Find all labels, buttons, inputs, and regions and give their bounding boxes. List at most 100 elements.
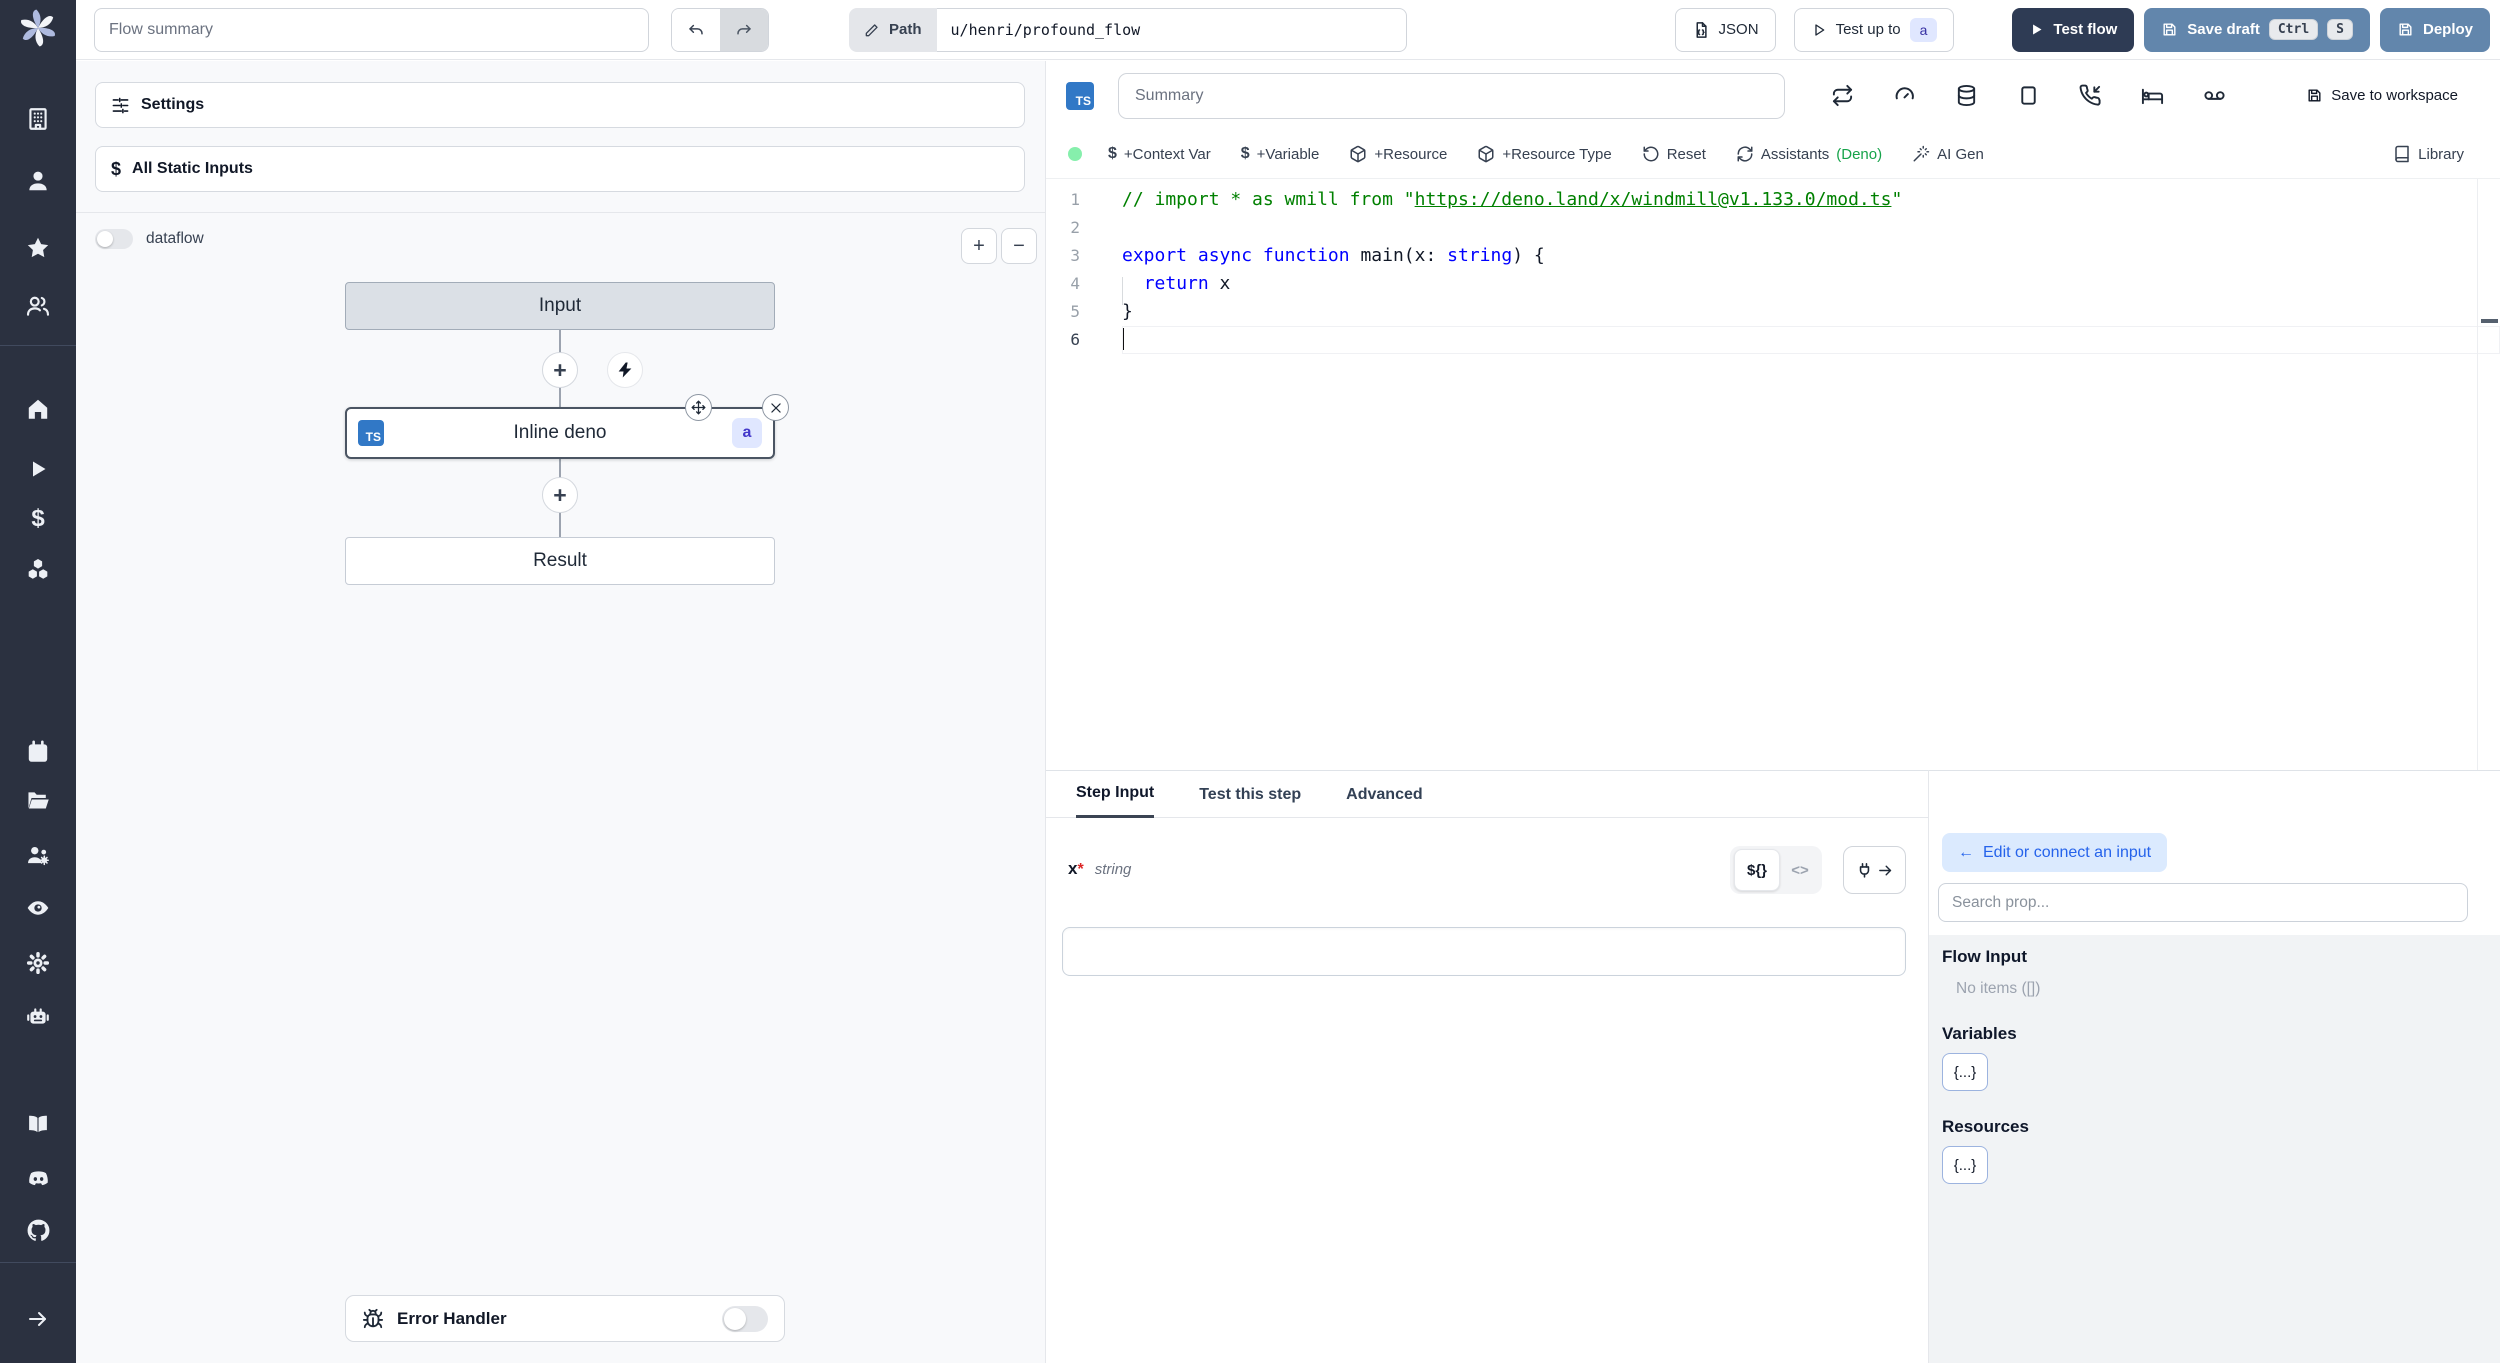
step-id-badge: a	[732, 418, 762, 448]
flow-input-section-title: Flow Input	[1942, 947, 2027, 966]
variables-dollar-icon[interactable]: $	[0, 505, 76, 533]
expand-sidebar-arrow-icon[interactable]	[0, 1305, 76, 1333]
code-mode-button[interactable]: <>	[1782, 850, 1818, 890]
bed-icon[interactable]	[2141, 84, 2164, 107]
user-icon[interactable]	[0, 167, 76, 195]
tab-advanced[interactable]: Advanced	[1346, 771, 1422, 818]
gauge-icon[interactable]	[1893, 84, 1916, 107]
resources-boxes-icon[interactable]	[0, 555, 76, 583]
settings-gear-icon[interactable]	[0, 949, 76, 977]
workspace-building-icon[interactable]	[0, 105, 76, 133]
flow-settings-button[interactable]: Settings	[95, 82, 1025, 128]
connect-input-button[interactable]	[1843, 846, 1906, 894]
code-line[interactable]: // import * as wmill from "https://deno.…	[1122, 186, 2500, 214]
edit-or-connect-button[interactable]: ← Edit or connect an input	[1942, 833, 2168, 872]
line-number: 6	[1070, 330, 1080, 349]
schedules-calendar-icon[interactable]	[0, 738, 76, 766]
folders-icon[interactable]	[0, 786, 76, 814]
flow-node-input[interactable]: Input	[345, 282, 775, 330]
zoom-out-button[interactable]: −	[1001, 228, 1037, 264]
library-button[interactable]: Library	[2393, 145, 2464, 163]
test-up-to-button[interactable]: Test up to a	[1793, 7, 1955, 52]
save-draft-button[interactable]: Save draft Ctrl S	[2144, 7, 2370, 52]
code-line[interactable]	[1122, 326, 2500, 354]
path-group: Path	[849, 7, 1407, 52]
language-server-status-dot	[1068, 147, 1082, 161]
flow-node-inline-deno[interactable]: TS Inline deno a	[345, 407, 775, 459]
expr-mode-button[interactable]: ${}	[1734, 849, 1780, 891]
runs-play-icon[interactable]	[0, 455, 76, 483]
step-editor-panel: TS Summary Save to workspace $ +Context …	[1046, 61, 2500, 1363]
favorites-star-icon[interactable]	[0, 234, 76, 262]
docs-book-icon[interactable]	[0, 1110, 76, 1138]
step-settings-icons	[1831, 84, 2226, 107]
json-button[interactable]: JSON	[1674, 7, 1776, 52]
move-icon	[691, 400, 706, 415]
error-handler-toggle[interactable]	[722, 1305, 768, 1332]
field-value-input[interactable]	[1062, 927, 1906, 976]
search-prop-input[interactable]	[1938, 883, 2468, 922]
edit-path-button[interactable]: Path	[849, 7, 937, 52]
add-resource-button[interactable]: +Resource	[1349, 145, 1447, 163]
phone-incoming-icon[interactable]	[2079, 84, 2102, 107]
voicemail-icon[interactable]	[2203, 84, 2226, 107]
ai-gen-button[interactable]: AI Gen	[1912, 145, 1984, 163]
variables-object-button[interactable]: {...}	[1942, 1053, 1988, 1091]
code-line[interactable]: }	[1122, 298, 2500, 326]
add-resource-type-button[interactable]: +Resource Type	[1477, 145, 1612, 163]
square-icon[interactable]	[2017, 84, 2040, 107]
close-icon	[770, 402, 781, 413]
step-node-label: Inline deno	[513, 422, 607, 443]
deploy-button[interactable]: Deploy	[2379, 7, 2490, 52]
redo-button[interactable]	[720, 8, 768, 51]
groups-users-icon[interactable]	[0, 292, 76, 320]
windmill-logo-icon[interactable]	[0, 9, 76, 47]
code-line[interactable]: return x	[1122, 270, 2500, 298]
add-variable-button[interactable]: $ +Variable	[1241, 145, 1320, 163]
audit-eye-icon[interactable]	[0, 894, 76, 922]
discord-icon[interactable]	[0, 1165, 76, 1193]
step-summary-input[interactable]	[1118, 72, 1785, 119]
flow-node-result[interactable]: Result	[345, 537, 775, 585]
code-lines[interactable]: // import * as wmill from "https://deno.…	[1080, 186, 2500, 354]
reset-button[interactable]: Reset	[1642, 145, 1706, 163]
insert-step-button[interactable]: +	[542, 352, 578, 388]
github-icon[interactable]	[0, 1216, 76, 1244]
assistants-button[interactable]: Assistants (Deno)	[1736, 145, 1882, 163]
code-editor[interactable]: 1 2 3 4 5 6 // import * as wmill from "https:…	[1046, 178, 2500, 771]
save-to-workspace-button[interactable]: Save to workspace	[2306, 87, 2458, 104]
resources-object-button[interactable]: {...}	[1942, 1146, 1988, 1184]
ai-bot-icon[interactable]	[0, 1002, 76, 1030]
move-step-button[interactable]	[685, 394, 712, 421]
home-icon[interactable]	[0, 395, 76, 423]
error-handler-card[interactable]: Error Handler	[345, 1295, 785, 1342]
sliders-icon	[112, 97, 129, 113]
deploy-label: Deploy	[2422, 21, 2473, 38]
dataflow-toggle[interactable]	[95, 229, 133, 249]
code-line[interactable]	[1122, 214, 2500, 242]
file-json-icon	[1696, 21, 1707, 38]
workers-users-gear-icon[interactable]	[0, 841, 76, 869]
path-input[interactable]	[936, 7, 1407, 52]
line-number: 1	[1070, 190, 1080, 209]
add-context-var-label: +Context Var	[1123, 145, 1211, 163]
overview-ruler	[2477, 179, 2500, 771]
zoom-in-button[interactable]: +	[961, 228, 997, 264]
repeat-icon[interactable]	[1831, 84, 1854, 107]
delete-step-button[interactable]	[762, 394, 789, 421]
test-flow-label: Test flow	[2053, 21, 2118, 38]
save-icon	[2399, 23, 2412, 36]
tab-step-input[interactable]: Step Input	[1076, 771, 1155, 818]
trigger-zap-button[interactable]	[607, 352, 643, 388]
database-icon[interactable]	[1955, 84, 1978, 107]
tab-test-this-step[interactable]: Test this step	[1199, 771, 1301, 818]
insert-step-button[interactable]: +	[542, 477, 578, 513]
code-gutter: 1 2 3 4 5 6	[1046, 186, 1080, 354]
code-line[interactable]: export async function main(x: string) {	[1122, 242, 2500, 270]
wand-icon	[1913, 145, 1930, 162]
flow-summary-input[interactable]	[94, 7, 649, 52]
undo-button[interactable]	[672, 8, 720, 51]
test-flow-button[interactable]: Test flow	[2012, 7, 2135, 52]
add-context-var-button[interactable]: $ +Context Var	[1108, 145, 1211, 163]
all-static-inputs-button[interactable]: $ All Static Inputs	[95, 146, 1025, 192]
